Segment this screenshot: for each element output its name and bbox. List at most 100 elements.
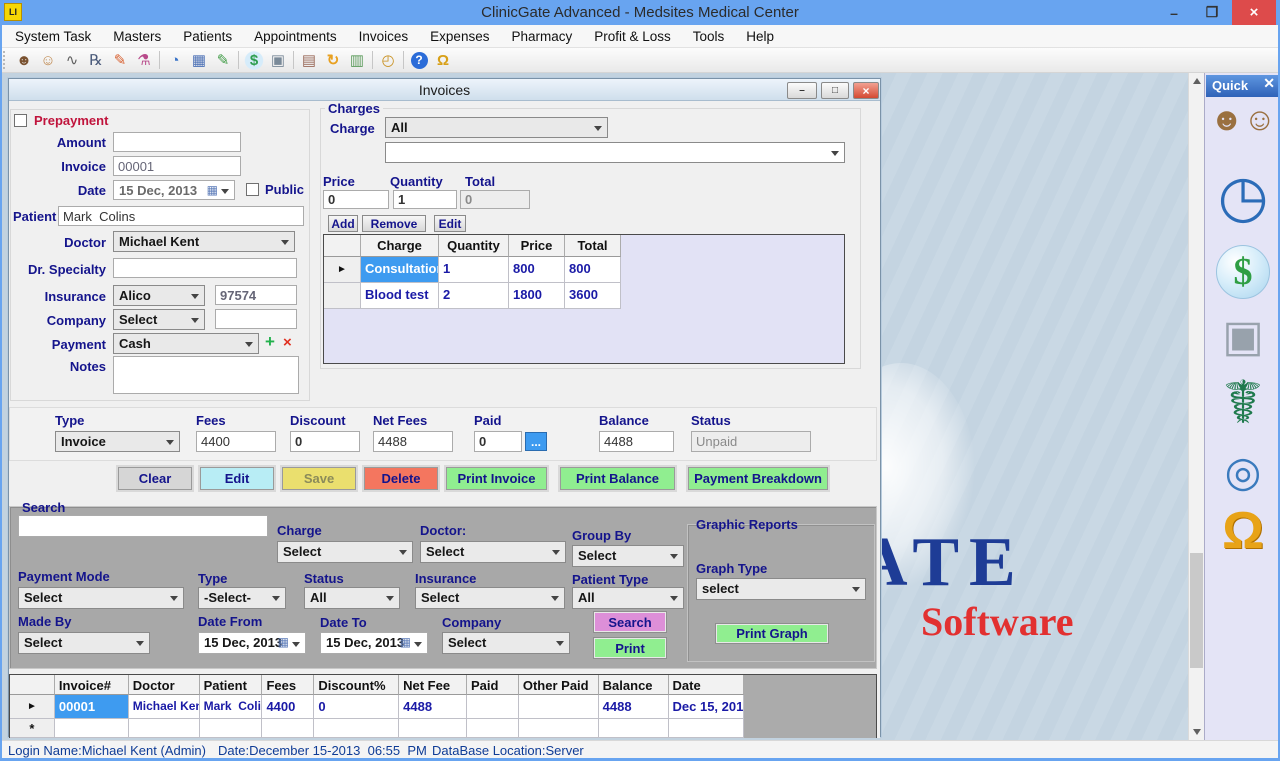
child-minimize-button[interactable]: – bbox=[787, 82, 817, 99]
menu-pharmacy[interactable]: Pharmacy bbox=[500, 25, 583, 48]
ecg-icon[interactable]: ∿ bbox=[60, 50, 84, 71]
type-dropdown[interactable]: Invoice bbox=[55, 431, 180, 452]
edit-button[interactable]: Edit bbox=[200, 467, 274, 490]
dateto-picker[interactable]: 15 Dec, 2013 ▦ bbox=[320, 632, 428, 654]
scrollbar-thumb[interactable] bbox=[1190, 553, 1203, 668]
patients-icon[interactable]: ☻ bbox=[12, 50, 36, 71]
invoices-grid-row[interactable]: ► 00001 Michael Kent Mark Colins 4400 0 … bbox=[10, 695, 876, 719]
company-dropdown[interactable]: Select bbox=[113, 309, 205, 330]
deposit-icon[interactable]: ▣ bbox=[266, 50, 290, 71]
date-picker[interactable]: 15 Dec, 2013 ▦ bbox=[113, 180, 235, 200]
print-graph-button[interactable]: Print Graph bbox=[716, 624, 828, 643]
graphtype-dropdown[interactable]: select bbox=[696, 578, 866, 600]
search-insurance-dropdown[interactable]: Select bbox=[415, 587, 565, 609]
refund-icon[interactable]: ↻ bbox=[321, 50, 345, 71]
amount-field[interactable] bbox=[113, 132, 241, 152]
total-field[interactable] bbox=[460, 190, 530, 209]
specialty-field[interactable] bbox=[113, 258, 297, 278]
safe-icon[interactable]: ▣ bbox=[1205, 315, 1280, 359]
clock-icon[interactable]: ◔ bbox=[163, 50, 187, 71]
scroll-down-icon[interactable] bbox=[1189, 724, 1205, 740]
quick-close-icon[interactable]: ✕ bbox=[1263, 75, 1275, 92]
netfees-field[interactable] bbox=[373, 431, 453, 452]
syringe-icon[interactable]: ✎ bbox=[108, 50, 132, 71]
paid-field[interactable] bbox=[474, 431, 522, 452]
invoices-grid-new-row[interactable]: * bbox=[10, 719, 876, 738]
notes-field[interactable] bbox=[113, 356, 299, 394]
edit-charge-button[interactable]: Edit bbox=[434, 215, 466, 232]
add-payment-icon[interactable]: + bbox=[265, 332, 275, 352]
menu-invoices[interactable]: Invoices bbox=[348, 25, 420, 48]
print-button[interactable]: Print bbox=[594, 638, 666, 658]
discount-field[interactable] bbox=[290, 431, 360, 452]
doctor-dropdown[interactable]: Michael Kent bbox=[113, 231, 295, 252]
charge-select-dropdown[interactable] bbox=[385, 142, 845, 163]
safe-icon[interactable]: ▤ bbox=[297, 50, 321, 71]
patient-field[interactable] bbox=[58, 206, 304, 226]
vertical-scrollbar[interactable] bbox=[1188, 73, 1204, 740]
insurance-dropdown[interactable]: Alico bbox=[113, 285, 205, 306]
remove-payment-icon[interactable]: × bbox=[283, 334, 292, 351]
madeby-dropdown[interactable]: Select bbox=[18, 632, 150, 654]
paid-more-button[interactable]: ... bbox=[525, 432, 547, 451]
child-restore-button[interactable]: □ bbox=[821, 82, 849, 99]
scroll-up-icon[interactable] bbox=[1189, 73, 1205, 89]
search-doctor-dropdown[interactable]: Select bbox=[420, 541, 566, 563]
charges-grid-row[interactable]: ► Consultation 1 800 800 bbox=[324, 257, 844, 283]
insurance-number-field[interactable] bbox=[215, 285, 297, 305]
patients-icon[interactable]: ☻☺ bbox=[1205, 103, 1280, 135]
menu-appointments[interactable]: Appointments bbox=[243, 25, 348, 48]
balance-field[interactable] bbox=[599, 431, 674, 452]
datefrom-picker[interactable]: 15 Dec, 2013 ▦ bbox=[198, 632, 306, 654]
company-number-field[interactable] bbox=[215, 309, 297, 329]
calendar-icon[interactable]: ▦ bbox=[187, 50, 211, 71]
child-close-button[interactable]: × bbox=[853, 82, 879, 99]
bell-icon[interactable]: Ω bbox=[1205, 505, 1280, 557]
menu-masters[interactable]: Masters bbox=[102, 25, 172, 48]
menu-expenses[interactable]: Expenses bbox=[419, 25, 500, 48]
fees-field[interactable] bbox=[196, 431, 276, 452]
public-checkbox[interactable] bbox=[246, 183, 259, 196]
search-input[interactable] bbox=[18, 515, 268, 537]
delete-button[interactable]: Delete bbox=[364, 467, 438, 490]
search-company-dropdown[interactable]: Select bbox=[442, 632, 570, 654]
charge-filter-dropdown[interactable]: All bbox=[385, 117, 608, 138]
remove-charge-button[interactable]: Remove bbox=[362, 215, 426, 232]
bell-icon[interactable]: Ω bbox=[431, 50, 455, 71]
close-button[interactable]: × bbox=[1232, 0, 1276, 25]
prepayment-checkbox[interactable] bbox=[14, 114, 27, 127]
print-invoice-button[interactable]: Print Invoice bbox=[446, 467, 547, 490]
menu-tools[interactable]: Tools bbox=[682, 25, 736, 48]
microscope-icon[interactable]: ℞ bbox=[84, 50, 108, 71]
patienttype-dropdown[interactable]: All bbox=[572, 587, 684, 609]
payment-icon[interactable]: ▥ bbox=[345, 50, 369, 71]
payment-dropdown[interactable]: Cash bbox=[113, 333, 259, 354]
help-icon[interactable]: ? bbox=[407, 50, 431, 71]
print-balance-button[interactable]: Print Balance bbox=[560, 467, 675, 490]
payment-breakdown-button[interactable]: Payment Breakdown bbox=[688, 467, 828, 490]
paymode-dropdown[interactable]: Select bbox=[18, 587, 184, 609]
charges-grid-row[interactable]: Blood test 2 1800 3600 bbox=[324, 283, 844, 309]
alarm-icon[interactable]: ◴ bbox=[376, 50, 400, 71]
lab-icon[interactable]: ⚗ bbox=[132, 50, 156, 71]
groupby-dropdown[interactable]: Select bbox=[572, 545, 684, 567]
dollar-icon[interactable]: $ bbox=[242, 50, 266, 71]
restore-button[interactable]: ❐ bbox=[1196, 0, 1228, 25]
add-charge-button[interactable]: Add bbox=[328, 215, 358, 232]
menu-patients[interactable]: Patients bbox=[172, 25, 243, 48]
menu-help[interactable]: Help bbox=[735, 25, 785, 48]
clock-icon[interactable]: ◷ bbox=[1205, 168, 1280, 226]
menu-profit-loss[interactable]: Profit & Loss bbox=[583, 25, 682, 48]
minimize-button[interactable]: – bbox=[1158, 0, 1190, 25]
status-field[interactable] bbox=[691, 431, 811, 452]
patient-icon[interactable]: ☺ bbox=[36, 50, 60, 71]
quantity-field[interactable] bbox=[393, 190, 457, 209]
price-field[interactable] bbox=[323, 190, 389, 209]
pharmacy-icon[interactable]: ☤ bbox=[1205, 373, 1280, 433]
search-charge-dropdown[interactable]: Select bbox=[277, 541, 413, 563]
search-status-dropdown[interactable]: All bbox=[304, 587, 400, 609]
search-type-dropdown[interactable]: -Select- bbox=[198, 587, 286, 609]
clear-button[interactable]: Clear bbox=[118, 467, 192, 490]
billing-icon[interactable]: ✎ bbox=[211, 50, 235, 71]
save-button[interactable]: Save bbox=[282, 467, 356, 490]
